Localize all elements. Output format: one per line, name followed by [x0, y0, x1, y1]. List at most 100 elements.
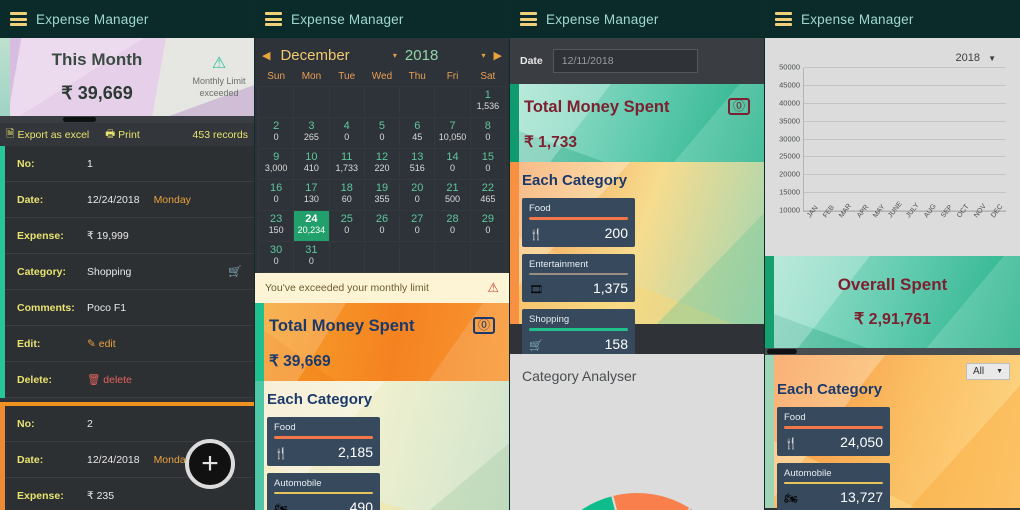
calendar-day-cell[interactable]: 15 0	[469, 148, 507, 180]
calendar-day-cell[interactable]: 80	[469, 117, 507, 149]
calendar-day-cell[interactable]: 50	[363, 117, 401, 149]
calendar-day-number: 27	[411, 213, 424, 225]
x-axis-tick: JAN	[805, 204, 820, 220]
calendar-day-cell[interactable]: 3 265	[293, 117, 330, 149]
horizontal-scrollbar-1[interactable]	[0, 116, 254, 123]
monthly-limit-text: Monthly Limit exceeded	[192, 75, 246, 98]
date-input[interactable]	[552, 49, 698, 73]
app-title: Expense Manager	[291, 11, 404, 27]
calendar-empty-cell	[293, 86, 330, 118]
category-tile-name: Food	[784, 412, 806, 423]
calendar-day-cell[interactable]: 18 60	[328, 179, 365, 211]
calendar-day-number: 24	[305, 213, 318, 225]
calendar-empty-cell	[363, 241, 401, 273]
donut-chart-icon[interactable]	[522, 432, 752, 510]
calendar-day-amount: 0	[344, 132, 350, 142]
category-tile[interactable]: Shopping 🛒 158	[522, 309, 635, 358]
calendar-day-cell[interactable]: 19 355	[363, 179, 401, 211]
field-value: 12/24/2018	[87, 453, 140, 466]
category-tile[interactable]: Automobile 🏍 490	[267, 472, 380, 510]
caret-left-icon[interactable]: ◀	[262, 49, 270, 62]
add-expense-button[interactable]: +	[185, 439, 235, 489]
chart-year-selector[interactable]: 2018 ▼	[956, 52, 996, 64]
calendar-day-cell[interactable]: 24 20,234	[293, 210, 330, 242]
each-category-title: Each Category	[267, 391, 373, 408]
calendar-day-cell[interactable]: 6 45	[399, 117, 436, 149]
category-analyser-title: Category Analyser	[522, 368, 637, 384]
calendar-weekday: Thu	[408, 71, 426, 82]
y-axis-tick: 40000	[779, 98, 800, 108]
calendar-day-cell[interactable]: 16 0	[257, 179, 295, 211]
donut-chart	[578, 491, 696, 510]
hamburger-icon[interactable]	[265, 12, 282, 26]
category-tile[interactable]: Food 🍴 2,185	[267, 417, 380, 466]
calendar-day-number: 23	[270, 213, 283, 225]
calendar-day-cell[interactable]: 40	[328, 117, 365, 149]
category-tile-value: 13,727	[840, 489, 883, 505]
this-month-amount: ₹ 39,669	[61, 83, 133, 103]
calendar-day-cell[interactable]: 20 0	[399, 179, 436, 211]
delete-link[interactable]: 🗑 delete	[87, 373, 132, 386]
x-axis-tick: JULY	[905, 201, 921, 220]
calendar-body[interactable]: 1 1,536 2 0 3 265 4 0 5 0 6 45 7 10,050 8 0 9 3,000 10 410 1…	[257, 86, 507, 273]
calendar-day-cell[interactable]: 22 465	[469, 179, 507, 211]
category-tile-value: 2,185	[337, 443, 373, 460]
category-tile[interactable]: Automobile 🏍 13,727	[777, 462, 890, 510]
category-tile[interactable]: Food 🍴 200	[522, 198, 635, 247]
calendar-day-cell[interactable]: 1 1,536	[469, 86, 507, 118]
hamburger-icon[interactable]	[775, 12, 792, 26]
calendar-day-cell[interactable]: 27 0	[399, 210, 436, 242]
edit-link[interactable]: ✎ edit	[87, 338, 116, 350]
calendar-day-number: 4	[343, 120, 350, 132]
calendar-day-cell[interactable]: 14 0	[434, 148, 471, 180]
year-dropdown-caret-icon[interactable]: ▾	[482, 51, 486, 60]
calendar-day-cell[interactable]: 31 0	[293, 241, 330, 273]
calendar-day-cell[interactable]: 25 0	[328, 210, 365, 242]
x-axis-tick: MAY	[872, 203, 887, 220]
money-note-icon: ⓪	[727, 98, 750, 115]
calendar-day-cell[interactable]: 29 0	[469, 210, 507, 242]
calendar-day-number: 5	[378, 120, 386, 132]
food-icon: 🍴	[274, 447, 288, 460]
calendar-day-cell[interactable]: 13 516	[399, 148, 436, 180]
print-button[interactable]: 🖶 Print	[105, 126, 140, 144]
calendar-grid: Sun Mon Tue Wed Thu Fri Sat 1 1,536 2 0 3 265 4 0 5 0 6 4…	[257, 68, 507, 273]
calendar-day-cell[interactable]: 20	[257, 117, 295, 149]
hamburger-icon[interactable]	[520, 12, 537, 26]
field-label: Edit:	[17, 337, 41, 350]
calendar-day-number: 11	[340, 151, 353, 163]
category-tile[interactable]: Entertainment 🎞 1,375	[522, 253, 635, 302]
month-dropdown-caret-icon[interactable]: ▾	[393, 51, 397, 60]
calendar-day-cell[interactable]: 12 220	[363, 148, 401, 180]
caret-right-icon[interactable]: ▶	[494, 49, 502, 62]
field-label: Expense:	[17, 229, 64, 242]
calendar-empty-cell	[257, 86, 295, 118]
hamburger-icon[interactable]	[10, 12, 27, 26]
calendar-day-cell[interactable]: 10 410	[293, 148, 330, 180]
calendar-day-cell[interactable]: 26 0	[363, 210, 401, 242]
donut-slice[interactable]	[610, 491, 692, 510]
calendar-day-amount: 0	[485, 225, 491, 235]
horizontal-scrollbar-2[interactable]	[765, 348, 1020, 355]
category-filter-select[interactable]: All ▼	[965, 363, 1010, 380]
calendar-day-cell[interactable]: 21 500	[434, 179, 471, 211]
app-bar-2: Expense Manager	[255, 0, 509, 38]
calendar-weekday-row: Sun Mon Tue Wed Thu Fri Sat	[259, 68, 506, 87]
calendar-month[interactable]: December	[280, 47, 349, 64]
calendar-day-cell[interactable]: 17 130	[293, 179, 330, 211]
calendar-day-cell[interactable]: 11 1,733	[328, 148, 365, 180]
calendar-day-cell[interactable]: 30 0	[257, 241, 295, 273]
calendar-day-cell[interactable]: 9 3,000	[257, 148, 295, 180]
calendar-day-cell[interactable]: 28 0	[434, 210, 471, 242]
calendar-day-cell[interactable]: 7 10,050	[434, 117, 471, 149]
calendar-year[interactable]: 2018	[405, 47, 438, 64]
panel-records: Expense Manager This Month ₹ 39,669 ⚠ Mo…	[0, 0, 255, 510]
calendar-day-amount: 0	[450, 225, 456, 235]
calendar-day-amount: 150	[268, 225, 284, 235]
caret-down-icon: ▼	[996, 368, 1003, 375]
table-row[interactable]: No: 1 Date: 12/24/2018 Monday Expense: ₹…	[0, 146, 254, 398]
calendar-day-number: 15	[481, 151, 494, 163]
export-excel-button[interactable]: 🗎 Export as excel	[6, 126, 89, 144]
category-tile[interactable]: Food 🍴 24,050	[777, 407, 890, 456]
calendar-day-cell[interactable]: 23 150	[257, 210, 295, 242]
